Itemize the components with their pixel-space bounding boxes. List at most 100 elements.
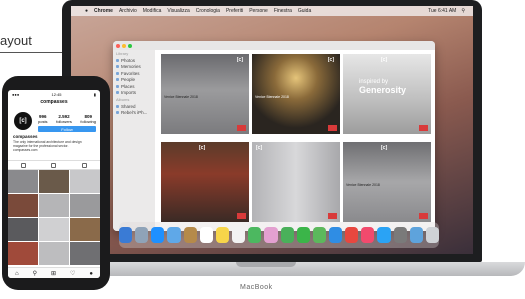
imports-icon [116, 91, 119, 95]
post-thumb[interactable] [70, 218, 100, 241]
preferences-icon[interactable] [393, 227, 407, 243]
profile-tabs [8, 160, 100, 170]
search-icon[interactable]: ⚲ [461, 8, 465, 14]
trash-icon[interactable] [425, 227, 440, 243]
generosity-text: inspired by Generosity [359, 79, 407, 95]
list-view-icon[interactable] [51, 162, 57, 168]
messages-icon[interactable] [280, 227, 294, 243]
menu-finestra[interactable]: Finestra [274, 8, 292, 14]
tagged-icon[interactable] [82, 162, 88, 168]
notes-icon[interactable] [215, 227, 230, 243]
post-thumb[interactable] [39, 242, 69, 265]
menu-preferiti[interactable]: Preferiti [226, 8, 243, 14]
post-thumb[interactable] [8, 170, 38, 193]
apple-icon[interactable]: ● [85, 8, 88, 14]
close-button[interactable] [116, 44, 120, 48]
music-icon[interactable] [361, 227, 375, 243]
photo-thumb[interactable]: [c] Venice Biennale 2018 [161, 54, 249, 134]
biennale-badge-icon [419, 125, 428, 131]
biennale-badge-icon [237, 125, 246, 131]
menu-persone[interactable]: Persone [249, 8, 268, 14]
photo-thumb[interactable]: [c] [252, 142, 340, 222]
grid-view-icon[interactable] [20, 162, 26, 168]
home-icon[interactable]: ⌂ [15, 271, 19, 277]
photo-thumb[interactable]: [c] Venice Biennale 2018 [252, 54, 340, 134]
zoom-button[interactable] [128, 44, 132, 48]
photos-icon [116, 58, 119, 62]
menu-modifica[interactable]: Modifica [143, 8, 162, 14]
photo-thumb[interactable]: [c] Venice Biennale 2018 [343, 142, 431, 222]
menu-archivio[interactable]: Archivio [119, 8, 137, 14]
news-icon[interactable] [345, 227, 359, 243]
menu-app-name[interactable]: Chrome [94, 8, 113, 14]
profile-username: compasses [40, 99, 68, 105]
menu-visualizza[interactable]: Visualizza [167, 8, 189, 14]
biennale-badge-icon [328, 125, 337, 131]
thumb-tag: [c] [199, 145, 206, 151]
post-thumb[interactable] [70, 194, 100, 217]
dock [118, 222, 440, 248]
biennale-badge-icon [237, 213, 246, 219]
heart-icon[interactable]: ♡ [70, 270, 75, 277]
thumb-caption: Venice Biennale 2018 [164, 95, 198, 99]
reminders-icon[interactable] [232, 227, 246, 243]
biennale-badge-icon [328, 213, 337, 219]
facetime-icon[interactable] [296, 227, 310, 243]
launchpad-icon[interactable] [135, 227, 149, 243]
stat-posts[interactable]: 996 posts [38, 114, 48, 124]
sidebar: Library Photos Memories Favorites People… [113, 50, 155, 231]
follow-button[interactable]: Follow [38, 126, 96, 132]
keynote-icon[interactable] [328, 227, 343, 243]
photo-grid: [c] Venice Biennale 2018 [c] Venice Bien… [155, 50, 435, 231]
post-grid [8, 170, 100, 265]
thumb-caption: Venice Biennale 2018 [255, 95, 289, 99]
thumb-tag: [c] [256, 145, 263, 151]
numbers-icon[interactable] [312, 227, 326, 243]
thumb-tag: [c] [236, 57, 243, 63]
laptop-brand-label: MacBook [240, 284, 273, 291]
photos-app-icon[interactable] [264, 227, 278, 243]
window-titlebar [113, 41, 435, 50]
thumb-tag: [c] [327, 57, 334, 63]
post-thumb[interactable] [8, 194, 38, 217]
post-thumb[interactable] [39, 194, 69, 217]
app-store-icon[interactable] [377, 227, 391, 243]
people-icon [116, 78, 119, 82]
post-thumb[interactable] [70, 242, 100, 265]
post-thumb[interactable] [8, 218, 38, 241]
profile-stats: 996 posts 2.592 followers 809 following [38, 114, 96, 124]
menu-guida[interactable]: Guida [298, 8, 311, 14]
profile-icon[interactable]: ● [89, 271, 93, 277]
post-thumb[interactable] [70, 170, 100, 193]
maps-icon[interactable] [248, 227, 262, 243]
menu-bar: ● Chrome Archivio Modifica Visualizza Cr… [71, 6, 473, 16]
laptop-notch [236, 262, 296, 267]
menubar-clock[interactable]: Tue 6:41 AM [428, 8, 456, 14]
thumb-tag: [c] [381, 145, 388, 151]
stat-followers[interactable]: 2.592 followers [56, 114, 72, 124]
photo-thumb[interactable]: [c] inspired by Generosity [343, 54, 431, 134]
finder-icon[interactable] [118, 227, 133, 243]
minimize-button[interactable] [122, 44, 126, 48]
downloads-folder-icon[interactable] [409, 227, 423, 243]
thumb-tag: [c] [381, 57, 388, 63]
search-icon[interactable]: ⚲ [33, 270, 37, 277]
profile-name: compasses [13, 134, 38, 139]
safari-icon[interactable] [151, 227, 165, 243]
laptop-screen: ● Chrome Archivio Modifica Visualizza Cr… [71, 6, 473, 254]
photos-window: Library Photos Memories Favorites People… [113, 41, 435, 231]
calendar-icon[interactable] [199, 227, 213, 243]
avatar[interactable]: [c] [14, 112, 32, 130]
post-thumb[interactable] [39, 218, 69, 241]
battery-icon: ▮ [93, 92, 96, 97]
menu-cronologia[interactable]: Cronologia [196, 8, 220, 14]
stat-following[interactable]: 809 following [80, 114, 96, 124]
mail-icon[interactable] [167, 227, 181, 243]
post-thumb[interactable] [39, 170, 69, 193]
post-thumb[interactable] [8, 242, 38, 265]
sidebar-item-device[interactable]: Rebel's iPh... [113, 110, 155, 117]
profile-bio: The only international architecture and … [13, 140, 82, 152]
add-post-icon[interactable]: ⊞ [51, 270, 56, 277]
contacts-icon[interactable] [183, 227, 197, 243]
photo-thumb[interactable]: [c] [161, 142, 249, 222]
